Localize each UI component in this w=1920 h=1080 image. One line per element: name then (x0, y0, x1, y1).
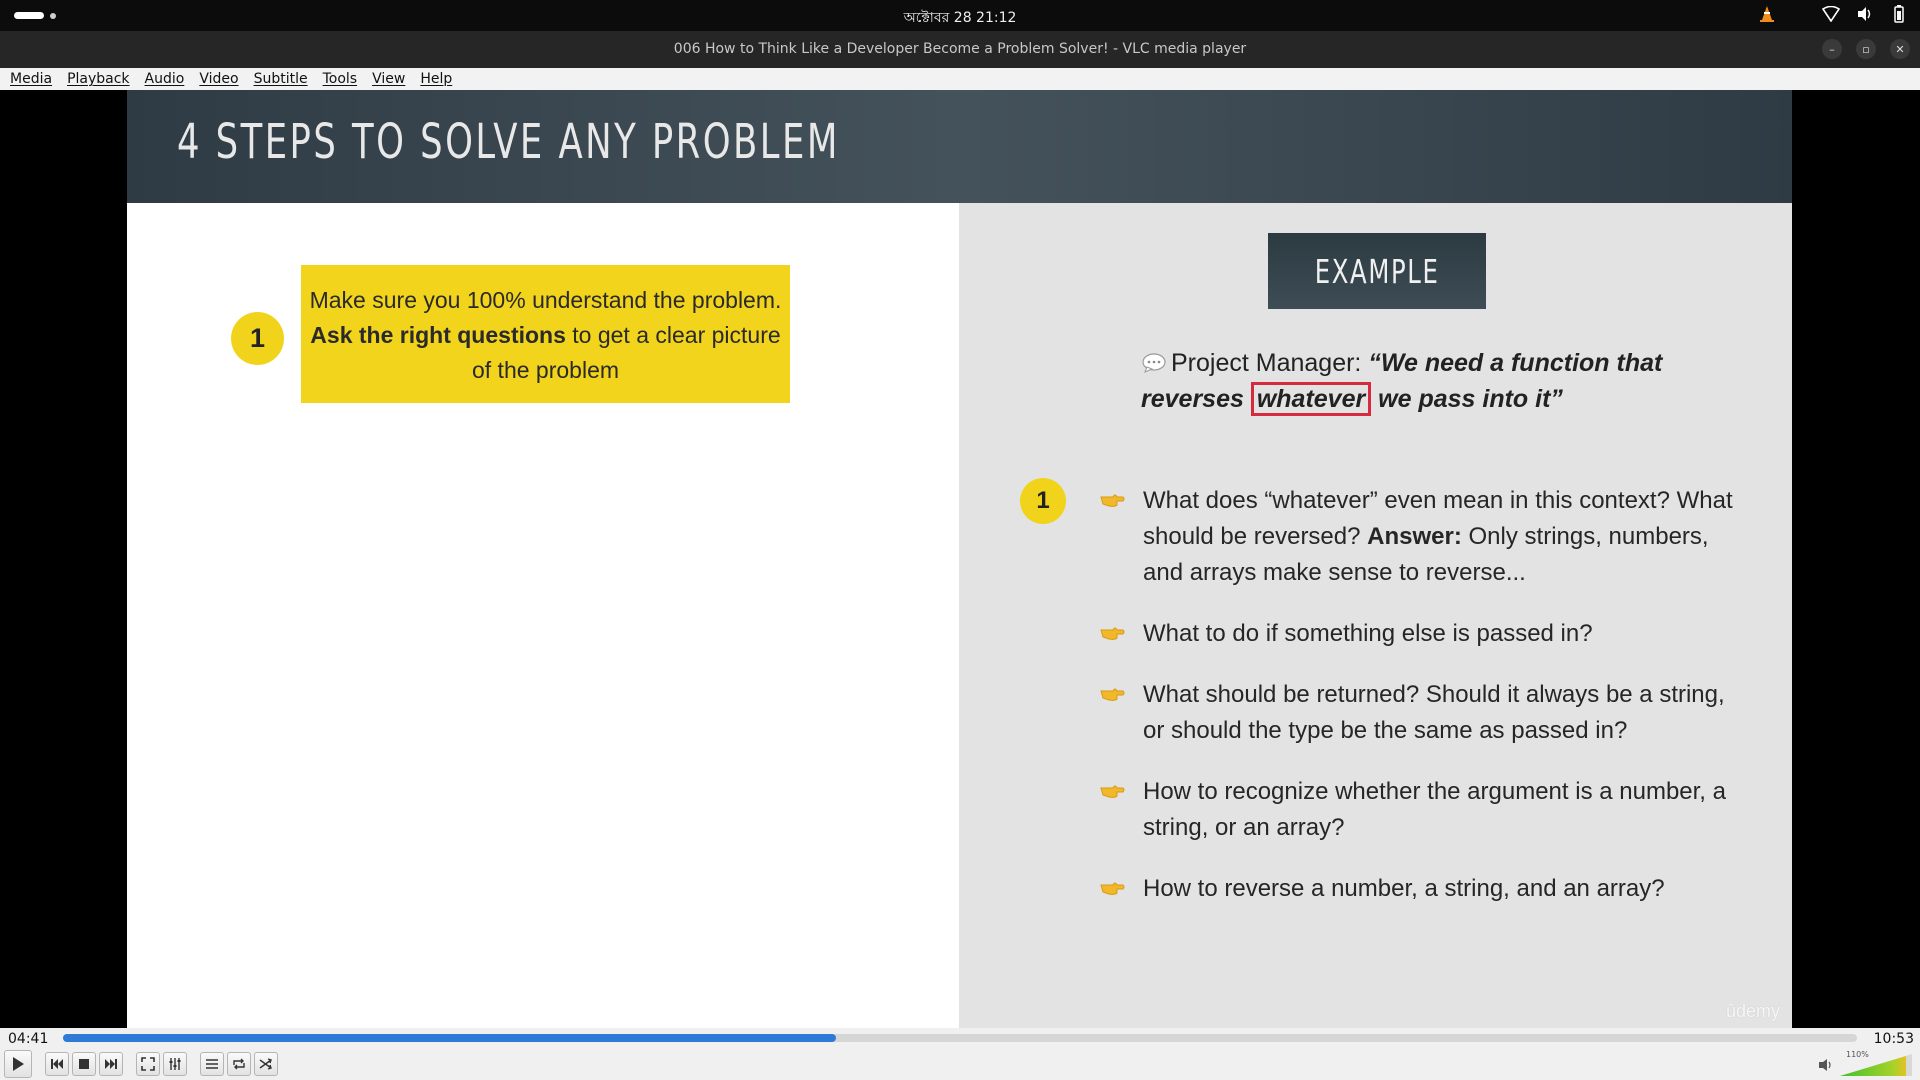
player-controls: 04:41 10:53 110% (0, 1028, 1920, 1080)
menu-bar: Media Playback Audio Video Subtitle Tool… (0, 68, 1920, 90)
example-label: EXAMPLE (1268, 233, 1486, 309)
close-button[interactable]: ✕ (1890, 39, 1910, 59)
fullscreen-button[interactable] (136, 1052, 160, 1076)
menu-media[interactable]: Media (10, 71, 52, 87)
stop-icon (79, 1059, 89, 1069)
slide-title: 4 STEPS TO SOLVE ANY PROBLEM (177, 114, 840, 170)
volume-control[interactable]: 110% (1818, 1050, 1912, 1076)
window-titlebar[interactable]: 006 How to Think Like a Developer Become… (0, 31, 1920, 68)
battery-icon[interactable] (1890, 5, 1908, 23)
maximize-button[interactable]: ▫ (1856, 39, 1876, 59)
play-button[interactable] (4, 1050, 32, 1078)
list-item: What to do if something else is passed i… (1099, 616, 1739, 652)
pointing-hand-icon (1100, 627, 1125, 640)
playlist-icon (206, 1059, 218, 1069)
quote-speaker: Project Manager: (1171, 349, 1369, 377)
slide-right-pane: EXAMPLE Project Manager: “We need a func… (959, 203, 1792, 1028)
udemy-watermark: ûdemy (1725, 1001, 1780, 1021)
next-button[interactable] (99, 1052, 123, 1076)
total-time[interactable]: 10:53 (1874, 1031, 1914, 1047)
example-label-text: EXAMPLE (1314, 251, 1440, 291)
menu-video[interactable]: Video (199, 71, 238, 87)
seek-bar[interactable] (63, 1034, 1857, 1042)
previous-button[interactable] (45, 1052, 69, 1076)
restore-icon: ▫ (1862, 42, 1870, 56)
bullet-text: How to recognize whether the argument is… (1143, 778, 1726, 841)
list-item: How to recognize whether the argument is… (1099, 774, 1739, 846)
shuffle-button[interactable] (254, 1052, 278, 1076)
next-icon (105, 1059, 117, 1069)
bullet-step-badge: 1 (1020, 478, 1066, 524)
slide-left-pane: 1 Make sure you 100% understand the prob… (127, 203, 959, 1028)
step-description-box: Make sure you 100% understand the proble… (301, 265, 790, 403)
video-area[interactable]: 4 STEPS TO SOLVE ANY PROBLEM 1 Make sure… (0, 90, 1920, 1028)
menu-subtitle[interactable]: Subtitle (254, 71, 308, 87)
equalizer-icon (169, 1058, 181, 1070)
bullet-text: What to do if something else is passed i… (1143, 620, 1593, 647)
system-top-bar: অক্টোবর 28 21:12 (0, 0, 1920, 31)
step-number-badge: 1 (231, 312, 284, 365)
minimize-button[interactable]: – (1822, 39, 1842, 59)
seek-progress (63, 1034, 837, 1042)
play-icon (13, 1057, 24, 1071)
speech-bubble-icon (1142, 353, 1166, 373)
menu-view[interactable]: View (372, 71, 405, 87)
menu-tools[interactable]: Tools (323, 71, 358, 87)
system-tray (1758, 5, 1908, 23)
step-text-part1: Make sure you 100% understand the proble… (309, 287, 782, 313)
slide-header: 4 STEPS TO SOLVE ANY PROBLEM (127, 90, 1792, 203)
bullet-text-bold: Answer: (1367, 523, 1462, 550)
menu-audio[interactable]: Audio (145, 71, 185, 87)
previous-icon (51, 1059, 63, 1069)
bullet-text: What should be returned? Should it alway… (1143, 681, 1725, 744)
pointing-hand-icon (1100, 688, 1125, 701)
step-text-bold: Ask the right questions (310, 322, 566, 348)
example-quote: Project Manager: “We need a function tha… (1141, 345, 1701, 417)
list-item: What does “whatever” even mean in this c… (1099, 483, 1739, 591)
minimize-icon: – (1829, 42, 1835, 56)
elapsed-time[interactable]: 04:41 (8, 1031, 48, 1047)
slide-frame: 4 STEPS TO SOLVE ANY PROBLEM 1 Make sure… (127, 90, 1792, 1028)
wifi-icon[interactable] (1822, 5, 1840, 23)
menu-playback[interactable]: Playback (67, 71, 129, 87)
pointing-hand-icon (1100, 882, 1125, 895)
fullscreen-icon (141, 1057, 155, 1071)
list-item: What should be returned? Should it alway… (1099, 677, 1739, 749)
shuffle-icon (259, 1058, 272, 1070)
loop-icon (233, 1058, 245, 1070)
pointing-hand-icon (1100, 494, 1125, 507)
question-list: What does “whatever” even mean in this c… (1099, 483, 1739, 932)
list-item: How to reverse a number, a string, and a… (1099, 871, 1739, 907)
extended-settings-button[interactable] (163, 1052, 187, 1076)
quote-part2: we pass into it” (1371, 385, 1563, 413)
playlist-button[interactable] (200, 1052, 224, 1076)
vlc-cone-icon[interactable] (1758, 5, 1776, 23)
speaker-icon (1819, 1059, 1831, 1071)
volume-percent: 110% (1846, 1050, 1869, 1059)
stop-button[interactable] (72, 1052, 96, 1076)
loop-button[interactable] (227, 1052, 251, 1076)
volume-slider[interactable]: 110% (1840, 1050, 1912, 1076)
close-icon: ✕ (1895, 42, 1905, 56)
volume-icon[interactable] (1856, 5, 1874, 23)
pointing-hand-icon (1100, 785, 1125, 798)
quote-highlight: whatever (1250, 382, 1372, 416)
bullet-text: How to reverse a number, a string, and a… (1143, 875, 1665, 902)
menu-help[interactable]: Help (420, 71, 452, 87)
window-title: 006 How to Think Like a Developer Become… (673, 41, 1247, 57)
system-clock[interactable]: অক্টোবর 28 21:12 (0, 6, 1920, 30)
